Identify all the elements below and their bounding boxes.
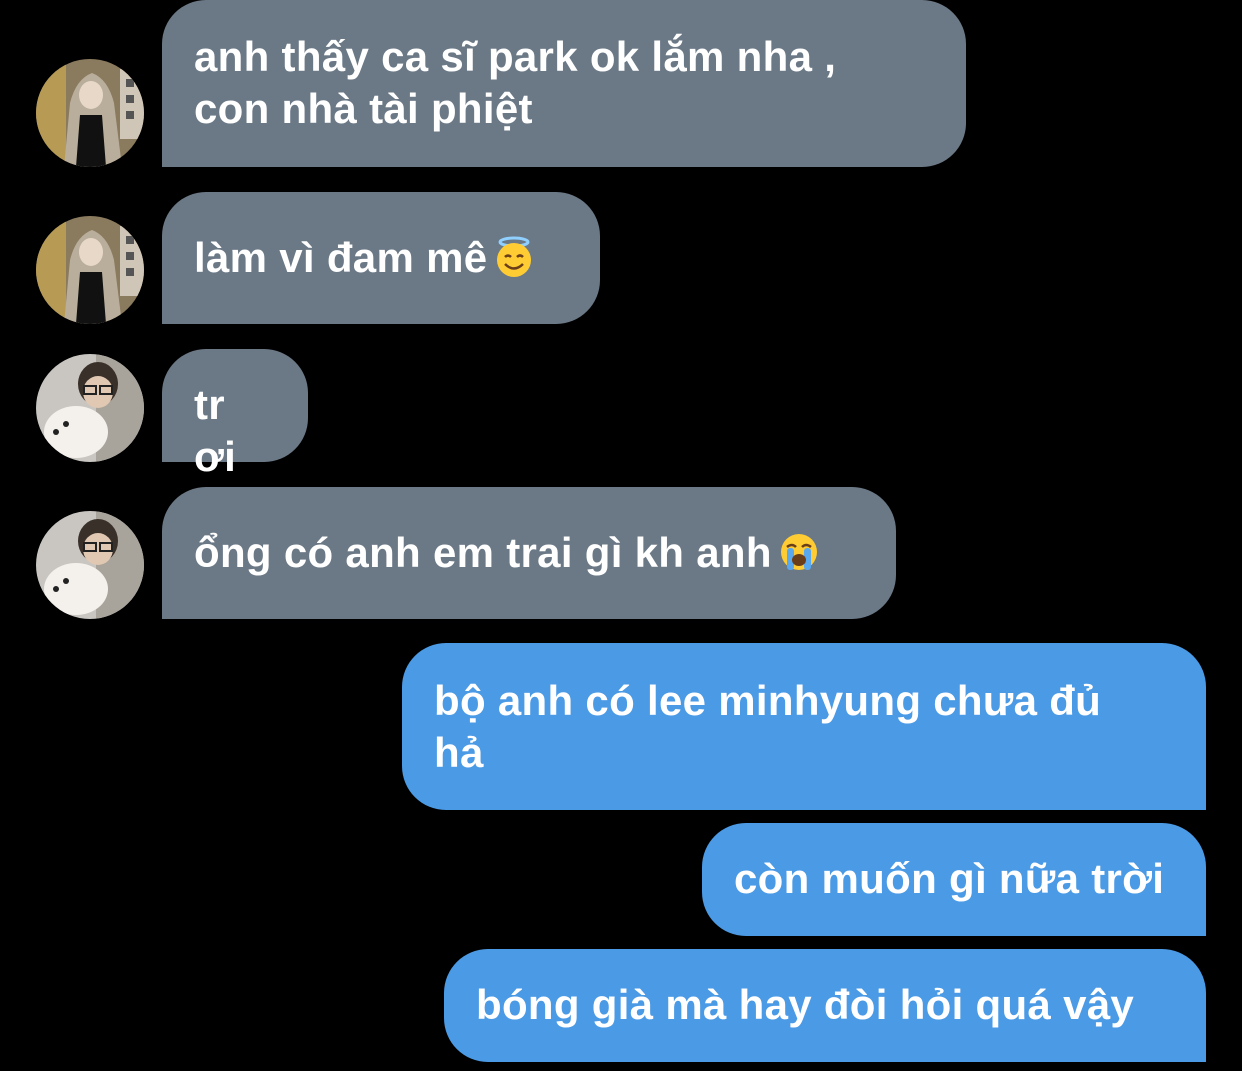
incoming-message-bubble[interactable]: ổng có anh em trai gì kh anh (162, 487, 896, 619)
loudly-crying-face-icon (778, 531, 820, 585)
outgoing-message-bubble[interactable]: còn muốn gì nữa trời (702, 823, 1206, 936)
hooded-person-avatar-icon (36, 59, 144, 167)
message-text: còn muốn gì nữa trời (734, 855, 1165, 902)
contact-avatar[interactable] (36, 216, 144, 324)
person-with-dog-avatar-icon (36, 511, 144, 619)
contact-avatar[interactable] (36, 511, 144, 619)
message-text: bóng già mà hay đòi hỏi quá vậy (476, 981, 1135, 1028)
message-text: làm vì đam mê (194, 234, 488, 281)
contact-avatar[interactable] (36, 59, 144, 167)
person-with-dog-avatar-icon (36, 354, 144, 462)
contact-avatar[interactable] (36, 354, 144, 462)
outgoing-message-bubble[interactable]: bóng già mà hay đòi hỏi quá vậy (444, 949, 1206, 1062)
incoming-message-bubble[interactable]: tr ơi (162, 349, 308, 480)
hooded-person-avatar-icon (36, 216, 144, 324)
message-text: ổng có anh em trai gì kh anh (194, 529, 772, 576)
incoming-message-bubble[interactable]: anh thấy ca sĩ park ok lắm nha , con nhà… (162, 0, 966, 167)
message-text: anh thấy ca sĩ park ok lắm nha , con nhà… (194, 33, 837, 132)
message-text: tr ơi (194, 381, 237, 480)
message-text: bộ anh có lee minhyung chưa đủ hả (434, 677, 1102, 776)
smiling-face-with-halo-icon (493, 236, 535, 290)
incoming-message-bubble[interactable]: làm vì đam mê (162, 192, 600, 324)
outgoing-message-bubble[interactable]: bộ anh có lee minhyung chưa đủ hả (402, 643, 1206, 810)
